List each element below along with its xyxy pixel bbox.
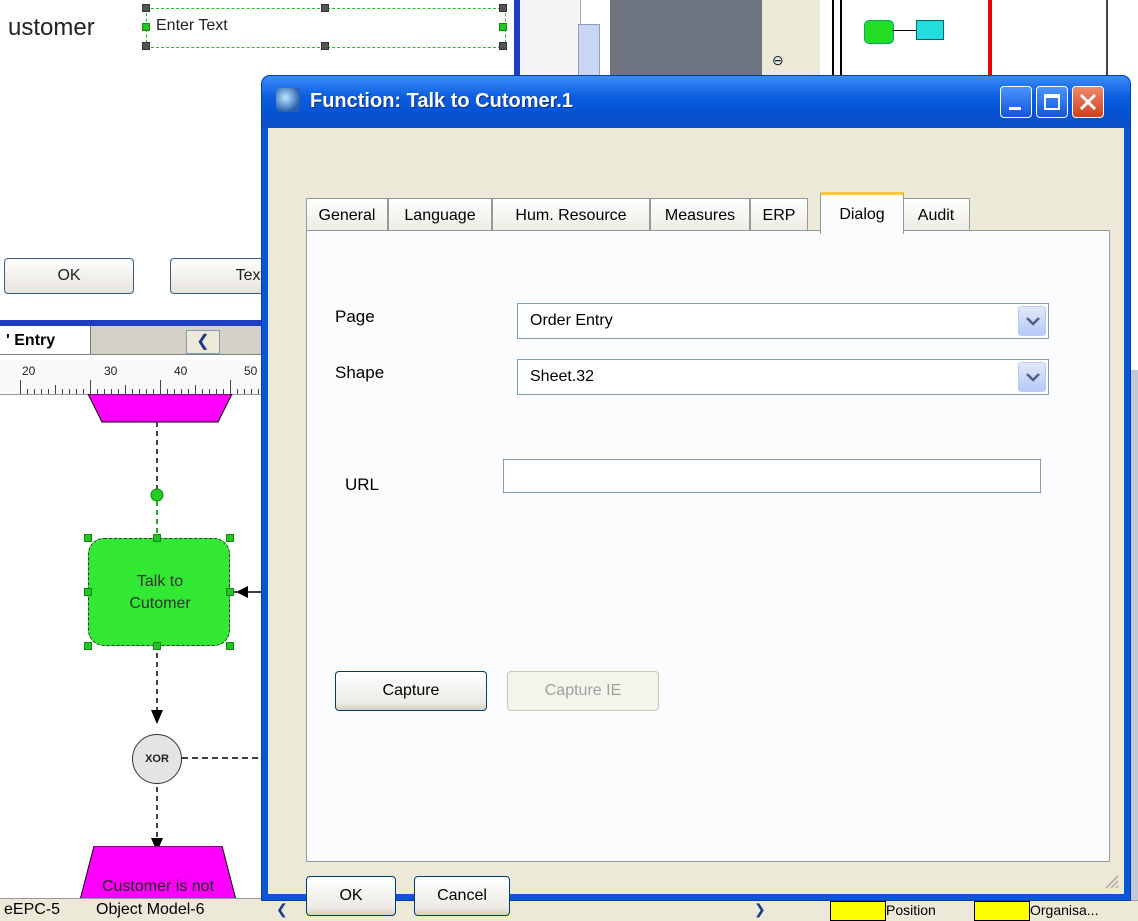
selection-handle[interactable] xyxy=(226,534,234,542)
ruler-tick xyxy=(55,385,56,394)
selection-handle[interactable] xyxy=(84,642,92,650)
close-icon xyxy=(1079,93,1097,111)
dialog-tab-panel: Page Order Entry Shape Sheet.32 URL Capt… xyxy=(306,230,1110,862)
selection-handle[interactable] xyxy=(142,23,150,31)
selection-handle[interactable] xyxy=(499,23,507,31)
resize-grip-icon[interactable] xyxy=(1102,872,1120,890)
xor-connector[interactable]: XOR xyxy=(132,734,182,784)
url-input[interactable] xyxy=(503,459,1041,493)
app-icon xyxy=(276,88,300,112)
page-select[interactable]: Order Entry xyxy=(517,303,1049,339)
legend-position-swatch xyxy=(830,901,886,921)
ruler-tick xyxy=(230,380,231,394)
dialog-client-area: General Language Hum. Resource Measures … xyxy=(268,128,1124,916)
scroll-left-icon[interactable]: ❮ xyxy=(276,901,288,918)
pan-zoom-window xyxy=(820,0,1138,76)
chevron-down-icon xyxy=(1026,317,1040,326)
shape-dropdown-button[interactable] xyxy=(1018,362,1046,392)
tab-general[interactable]: General xyxy=(306,198,388,232)
tab-hum-resource[interactable]: Hum. Resource xyxy=(492,198,650,232)
sheet-tabs: eEPC-5 Object Model-6 xyxy=(0,898,262,921)
selection-handle[interactable] xyxy=(499,42,507,50)
red-line xyxy=(988,0,992,76)
ok-button-background[interactable]: OK xyxy=(4,258,134,294)
selection-handle[interactable] xyxy=(226,588,234,596)
minimize-icon xyxy=(1009,107,1021,110)
minimize-button[interactable] xyxy=(1000,86,1032,118)
legend-organisation-swatch xyxy=(974,901,1030,921)
selection-handle[interactable] xyxy=(499,4,507,12)
selection-handle[interactable] xyxy=(84,534,92,542)
maximize-icon xyxy=(1044,94,1060,110)
page-tab-order-entry[interactable]: ' Entry xyxy=(0,326,91,354)
diagram-canvas xyxy=(87,394,262,852)
tab-measures[interactable]: Measures xyxy=(650,198,750,232)
event-shape-customer-not[interactable]: Customer is not xyxy=(80,846,236,900)
zoom-out-icon[interactable]: ⊖ xyxy=(772,52,784,69)
close-button[interactable] xyxy=(1072,86,1104,118)
function-shape-label: Talk to Cutomer xyxy=(129,573,191,612)
selection-handle[interactable] xyxy=(142,4,150,12)
shapes-panel xyxy=(520,0,600,76)
event-shape-top xyxy=(87,394,233,423)
tab-audit[interactable]: Audit xyxy=(902,198,970,232)
legend-organisation-label: Organisa... xyxy=(1030,902,1099,918)
capture-button[interactable]: Capture xyxy=(335,671,487,711)
ruler-tick xyxy=(20,380,21,394)
shape-select[interactable]: Sheet.32 xyxy=(517,359,1049,395)
ruler-tick xyxy=(160,380,161,394)
shape-title-text: ustomer xyxy=(8,14,95,41)
maximize-button[interactable] xyxy=(1036,86,1068,118)
mini-system-shape xyxy=(916,20,944,40)
side-panel-edge xyxy=(1130,370,1138,900)
selection-handle[interactable] xyxy=(153,534,161,542)
capture-ie-button[interactable]: Capture IE xyxy=(507,671,659,711)
ruler-tick xyxy=(90,380,91,394)
page-dropdown-button[interactable] xyxy=(1018,306,1046,336)
page-select-value: Order Entry xyxy=(530,312,613,329)
legend-position-label: Position xyxy=(886,902,936,918)
enter-text-field[interactable]: Enter Text xyxy=(156,17,228,35)
horizontal-ruler: 20 30 40 50 xyxy=(0,360,273,395)
selection-handle[interactable] xyxy=(226,642,234,650)
mini-function-shape xyxy=(864,20,894,44)
scroll-right-icon[interactable]: ❯ xyxy=(754,901,766,918)
selection-handle[interactable] xyxy=(153,642,161,650)
zoom-panel: ⊖ xyxy=(762,0,820,76)
scroll-left-button[interactable]: ❮ xyxy=(186,330,220,354)
ruler-tick xyxy=(125,385,126,394)
tab-dialog[interactable]: Dialog xyxy=(820,192,904,234)
event-shape-label: Customer is not xyxy=(101,878,215,895)
tab-erp[interactable]: ERP xyxy=(750,198,808,232)
tab-language[interactable]: Language xyxy=(388,198,492,232)
url-label: URL xyxy=(345,475,380,494)
function-shape-talk-to-customer[interactable]: Talk to Cutomer xyxy=(88,538,230,646)
gray-panel xyxy=(610,0,762,76)
shape-label: Shape xyxy=(335,363,385,382)
chevron-down-icon xyxy=(1026,373,1040,382)
function-properties-dialog: Function: Talk to Cutomer.1 General Lang… xyxy=(262,76,1130,916)
selection-handle[interactable] xyxy=(84,588,92,596)
selection-handle[interactable] xyxy=(142,42,150,50)
page-label: Page xyxy=(335,307,375,326)
dialog-titlebar[interactable]: Function: Talk to Cutomer.1 xyxy=(262,76,1130,128)
sheet-tab-object-model[interactable]: Object Model-6 xyxy=(96,901,205,919)
selection-handle[interactable] xyxy=(321,4,329,12)
dialog-title: Function: Talk to Cutomer.1 xyxy=(310,90,573,112)
selection-handle[interactable] xyxy=(321,42,329,50)
ruler-tick xyxy=(195,385,196,394)
ok-button[interactable]: OK xyxy=(306,876,396,916)
shape-select-value: Sheet.32 xyxy=(530,368,595,385)
sheet-tab-epc[interactable]: eEPC-5 xyxy=(4,901,60,919)
cancel-button[interactable]: Cancel xyxy=(414,876,510,916)
